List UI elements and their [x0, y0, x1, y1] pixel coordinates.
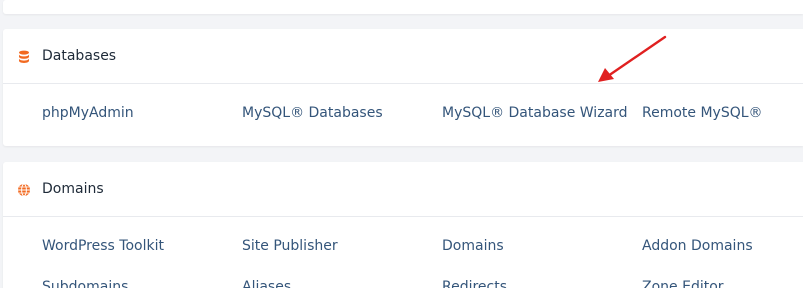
zone-editor-link[interactable]: Zone Editor: [642, 278, 724, 288]
domains-panel: Domains WordPress Toolkit Site Publisher…: [3, 162, 803, 288]
site-publisher-link[interactable]: Site Publisher: [242, 237, 338, 255]
databases-panel-header[interactable]: Databases: [3, 29, 803, 84]
cpanel-page: Databases phpMyAdmin MySQL® Databases My…: [0, 0, 803, 288]
domains-link[interactable]: Domains: [442, 237, 504, 255]
domains-title: Domains: [42, 181, 104, 197]
databases-title: Databases: [42, 48, 117, 64]
redirects-link[interactable]: Redirects: [442, 278, 507, 288]
phpmyadmin-link[interactable]: phpMyAdmin: [42, 104, 134, 122]
mysql-database-wizard-link[interactable]: MySQL® Database Wizard: [442, 104, 628, 122]
aliases-link[interactable]: Aliases: [242, 278, 291, 288]
globe-icon: [17, 182, 31, 197]
previous-panel-bottom: [3, 0, 803, 14]
databases-panel: Databases phpMyAdmin MySQL® Databases My…: [3, 29, 803, 146]
subdomains-link[interactable]: Subdomains: [42, 278, 128, 288]
wordpress-toolkit-link[interactable]: WordPress Toolkit: [42, 237, 164, 255]
addon-domains-link[interactable]: Addon Domains: [642, 237, 753, 255]
mysql-databases-link[interactable]: MySQL® Databases: [242, 104, 383, 122]
domains-panel-header[interactable]: Domains: [3, 162, 803, 217]
remote-mysql-link[interactable]: Remote MySQL®: [642, 104, 763, 122]
database-icon: [17, 49, 31, 63]
